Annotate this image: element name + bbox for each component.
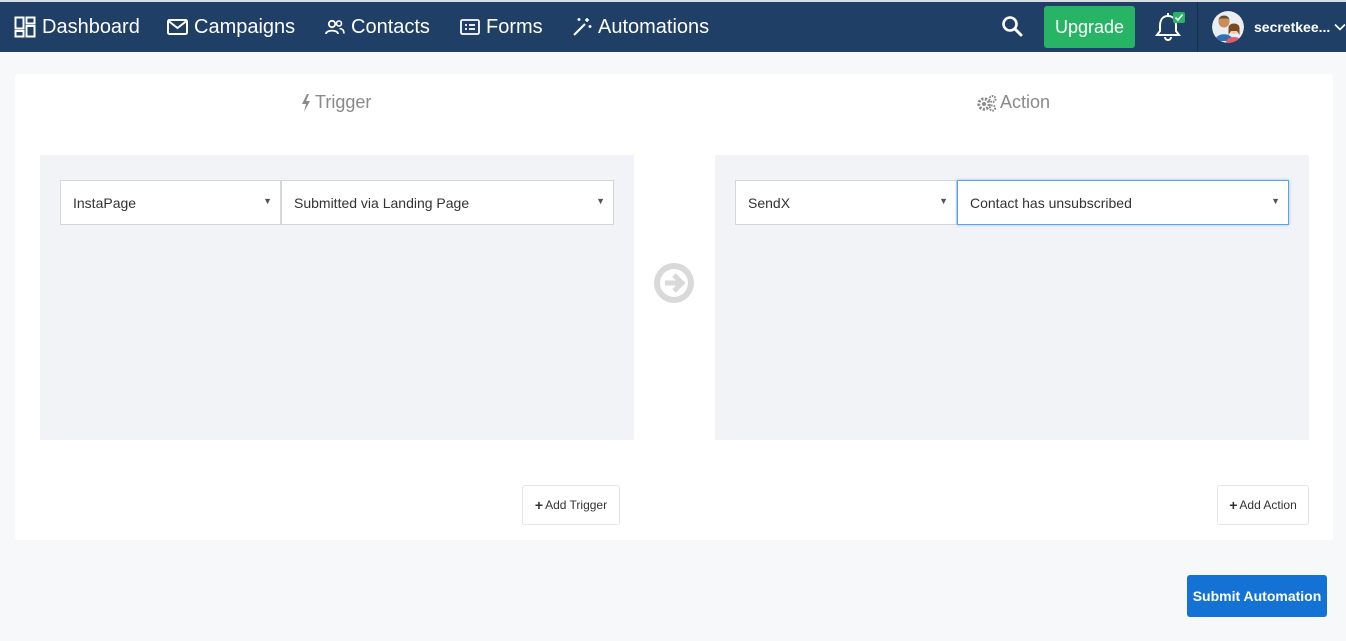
nav-dashboard[interactable]: Dashboard: [14, 2, 140, 52]
user-menu[interactable]: secretkee...: [1212, 9, 1346, 45]
add-action-label: Add Action: [1239, 498, 1297, 512]
users-icon: [325, 19, 345, 35]
plus-icon: +: [534, 497, 544, 513]
gears-icon: [977, 94, 997, 112]
caret-down-icon: ▼: [596, 196, 605, 206]
check-badge-icon: [1173, 12, 1185, 23]
add-trigger-label: Add Trigger: [545, 498, 608, 512]
nav-campaigns-label: Campaigns: [194, 15, 296, 38]
upgrade-button[interactable]: Upgrade: [1044, 6, 1135, 48]
nav-contacts-label: Contacts: [351, 15, 430, 38]
trigger-event-select[interactable]: Submitted via Landing Page ▼: [281, 180, 614, 225]
action-app-select[interactable]: SendX ▼: [735, 180, 957, 225]
avatar: [1212, 11, 1244, 43]
form-icon: [460, 19, 480, 35]
top-navbar: Dashboard Campaigns Contacts Forms Autom…: [0, 0, 1346, 52]
caret-down-icon: ▼: [939, 196, 948, 206]
add-trigger-button[interactable]: + Add Trigger: [522, 485, 620, 525]
action-heading: Action: [977, 92, 1050, 113]
add-action-button[interactable]: + Add Action: [1217, 485, 1309, 525]
caret-down-icon: ▼: [263, 196, 272, 206]
dashboard-grid-icon: [14, 16, 36, 38]
bell-icon[interactable]: [1153, 11, 1187, 43]
navbar-divider: [1197, 2, 1198, 52]
caret-down-icon: ▼: [1271, 196, 1280, 206]
chevron-down-icon: [1334, 23, 1346, 31]
action-app-value: SendX: [748, 194, 791, 211]
trigger-heading: Trigger: [301, 92, 371, 113]
action-event-value: Contact has unsubscribed: [970, 194, 1132, 211]
nav-dashboard-label: Dashboard: [42, 15, 140, 38]
nav-automations[interactable]: Automations: [572, 2, 709, 52]
magic-wand-icon: [573, 18, 592, 36]
envelope-icon: [167, 19, 188, 35]
submit-automation-button[interactable]: Submit Automation: [1187, 575, 1327, 617]
trigger-event-value: Submitted via Landing Page: [294, 194, 470, 211]
nav-forms[interactable]: Forms: [460, 2, 543, 52]
arrow-right-circle-icon: [654, 263, 694, 303]
plus-icon: +: [1229, 497, 1238, 513]
nav-automations-label: Automations: [598, 15, 710, 38]
action-title: Action: [1000, 92, 1051, 112]
search-icon[interactable]: [1001, 15, 1023, 37]
trigger-app-select[interactable]: InstaPage ▼: [60, 180, 281, 225]
action-event-select[interactable]: Contact has unsubscribed ▼: [957, 180, 1289, 225]
nav-campaigns[interactable]: Campaigns: [167, 2, 295, 52]
trigger-app-value: InstaPage: [73, 194, 137, 211]
nav-forms-label: Forms: [486, 15, 543, 38]
nav-contacts[interactable]: Contacts: [325, 2, 430, 52]
username: secretkee...: [1254, 19, 1331, 35]
bolt-icon: [302, 93, 310, 112]
trigger-title: Trigger: [315, 92, 372, 112]
